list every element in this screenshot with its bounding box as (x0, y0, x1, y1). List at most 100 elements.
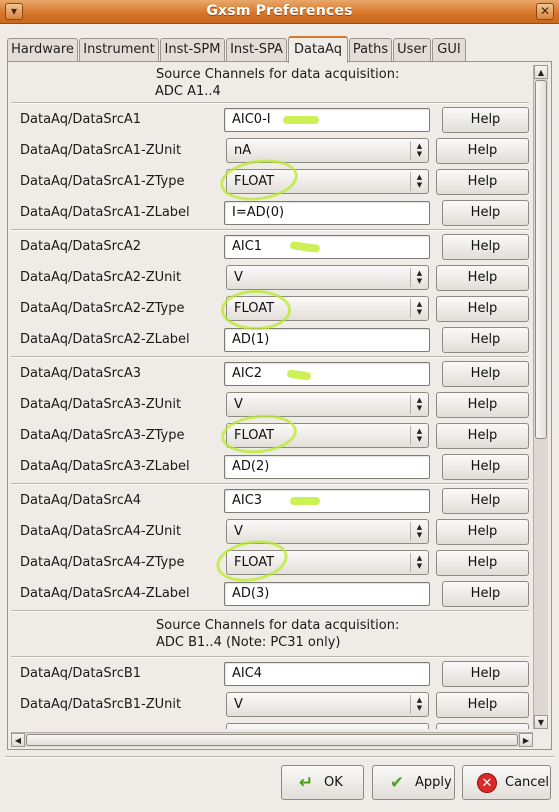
scroll-left-icon[interactable]: ◀ (11, 733, 25, 747)
datasrc-a1-zunit-select[interactable]: nA ▲ ▼ (226, 138, 429, 163)
section-header-adc-b: Source Channels for data acquisition: AD… (156, 617, 456, 651)
row-label: DataAq/DataSrcB1 (20, 666, 142, 681)
ok-button-label: OK (324, 775, 343, 790)
help-button[interactable]: Help (436, 392, 529, 418)
tab-dataaq[interactable]: DataAq (288, 36, 348, 63)
help-button-partial[interactable] (436, 723, 529, 729)
enter-icon: ↵ (298, 773, 314, 793)
row-label: DataAq/DataSrcA4-ZLabel (20, 586, 190, 601)
row-label: DataAq/DataSrcA2-ZUnit (20, 270, 182, 285)
help-button[interactable]: Help (442, 234, 529, 260)
combo-value: nA (234, 143, 252, 158)
section-header-line2: ADC B1..4 (Note: PC31 only) (156, 635, 341, 650)
help-button[interactable]: Help (442, 488, 529, 514)
row-label: DataAq/DataSrcA4-ZUnit (20, 524, 182, 539)
datasrc-a2-ztype-select[interactable]: FLOAT ▲ ▼ (226, 296, 429, 321)
vertical-scroll-thumb[interactable] (535, 80, 547, 439)
help-button[interactable]: Help (442, 327, 529, 353)
row-label: DataAq/DataSrcA3-ZUnit (20, 397, 182, 412)
datasrc-a4-zlabel-entry[interactable]: AD(3) (224, 582, 430, 606)
section-header-line2: ADC A1..4 (155, 84, 221, 99)
help-button[interactable]: Help (436, 265, 529, 291)
combo-value: V (234, 697, 243, 712)
help-button[interactable]: Help (442, 581, 529, 607)
combo-arrows-icon: ▲ ▼ (410, 522, 428, 541)
datasrc-a4-entry[interactable]: AIC3 (224, 489, 430, 513)
datasrc-a1-zlabel-entry[interactable]: I=AD(0) (224, 201, 430, 225)
separator (5, 756, 554, 758)
datasrc-a1-ztype-select[interactable]: FLOAT ▲ ▼ (226, 169, 429, 194)
help-button[interactable]: Help (436, 296, 529, 322)
section-header-adc-a: Source Channels for data acquisition: AD… (155, 66, 456, 100)
row-label: DataAq/DataSrcA1-ZType (20, 174, 185, 189)
row-label: DataAq/DataSrcA1-ZUnit (20, 143, 182, 158)
row-label: DataAq/DataSrcA2-ZType (20, 301, 185, 316)
combo-arrows-icon: ▲ ▼ (410, 553, 428, 572)
scroll-up-icon[interactable]: ▲ (534, 65, 548, 79)
help-button[interactable]: Help (442, 107, 529, 133)
separator (11, 656, 529, 658)
datasrc-a3-ztype-select[interactable]: FLOAT ▲ ▼ (226, 423, 429, 448)
tab-hardware[interactable]: Hardware (7, 38, 78, 62)
combo-arrows-icon: ▲ ▼ (410, 172, 428, 191)
ok-button[interactable]: ↵ OK (281, 765, 364, 800)
tab-inst-spm[interactable]: Inst-SPM (160, 38, 225, 62)
window-title: Gxsm Preferences (206, 3, 353, 19)
close-window-button[interactable]: ✕ (536, 3, 554, 20)
cancel-button-label: Cancel (505, 775, 550, 790)
help-button[interactable]: Help (442, 661, 529, 687)
combo-value: FLOAT (234, 301, 275, 316)
combo-value: V (234, 397, 243, 412)
separator (11, 483, 529, 485)
next-row-select-partial[interactable] (226, 723, 429, 729)
row-label: DataAq/DataSrcA1 (20, 112, 141, 127)
scroll-down-icon[interactable]: ▼ (534, 715, 548, 729)
horizontal-scrollbar[interactable]: ◀ ▶ (11, 732, 533, 747)
cancel-button[interactable]: ✕ Cancel (462, 765, 551, 800)
apply-button[interactable]: ✔ Apply (372, 765, 455, 800)
scroll-right-icon[interactable]: ▶ (519, 733, 533, 747)
tab-instrument[interactable]: Instrument (79, 38, 159, 62)
combo-value: V (234, 270, 243, 285)
datasrc-a3-entry[interactable]: AIC2 (224, 362, 430, 386)
combo-arrows-icon: ▲ ▼ (410, 395, 428, 414)
help-button[interactable]: Help (436, 423, 529, 449)
combo-arrows-icon: ▲ ▼ (410, 268, 428, 287)
help-button[interactable]: Help (436, 169, 529, 195)
horizontal-scroll-thumb[interactable] (26, 734, 518, 746)
checkmark-icon: ✔ (389, 773, 405, 793)
cancel-icon: ✕ (477, 773, 497, 793)
datasrc-b1-entry[interactable]: AIC4 (224, 662, 430, 686)
datasrc-a3-zunit-select[interactable]: V ▲ ▼ (226, 392, 429, 417)
datasrc-a4-ztype-select[interactable]: FLOAT ▲ ▼ (226, 550, 429, 575)
help-button[interactable]: Help (436, 519, 529, 545)
help-button[interactable]: Help (442, 200, 529, 226)
help-button[interactable]: Help (436, 692, 529, 718)
datasrc-a2-zunit-select[interactable]: V ▲ ▼ (226, 265, 429, 290)
apply-button-label: Apply (415, 775, 452, 790)
tab-user[interactable]: User (393, 38, 431, 62)
tab-gui[interactable]: GUI (432, 38, 466, 62)
separator (11, 229, 529, 231)
section-header-line1: Source Channels for data acquisition: (156, 67, 400, 82)
vertical-scrollbar[interactable]: ▲ ▼ (533, 65, 548, 729)
datasrc-a2-zlabel-entry[interactable]: AD(1) (224, 328, 430, 352)
tab-paths[interactable]: Paths (349, 38, 392, 62)
help-button[interactable]: Help (442, 361, 529, 387)
help-button[interactable]: Help (442, 454, 529, 480)
datasrc-b1-zunit-select[interactable]: V ▲ ▼ (226, 692, 429, 717)
help-button[interactable]: Help (436, 138, 529, 164)
combo-arrows-icon: ▲ ▼ (410, 141, 428, 160)
datasrc-a3-zlabel-entry[interactable]: AD(2) (224, 455, 430, 479)
datasrc-a1-entry[interactable]: AIC0-I (224, 108, 430, 132)
row-label: DataAq/DataSrcA3 (20, 366, 141, 381)
combo-arrows-icon: ▲ ▼ (410, 695, 428, 714)
combo-arrows-icon: ▲ ▼ (410, 299, 428, 318)
tab-inst-spa[interactable]: Inst-SPA (226, 38, 287, 62)
combo-arrows-icon: ▲ ▼ (410, 426, 428, 445)
datasrc-a2-entry[interactable]: AIC1 (224, 235, 430, 259)
datasrc-a4-zunit-select[interactable]: V ▲ ▼ (226, 519, 429, 544)
help-button[interactable]: Help (436, 550, 529, 576)
row-label: DataAq/DataSrcA3-ZLabel (20, 459, 190, 474)
row-label: DataAq/DataSrcA3-ZType (20, 428, 185, 443)
